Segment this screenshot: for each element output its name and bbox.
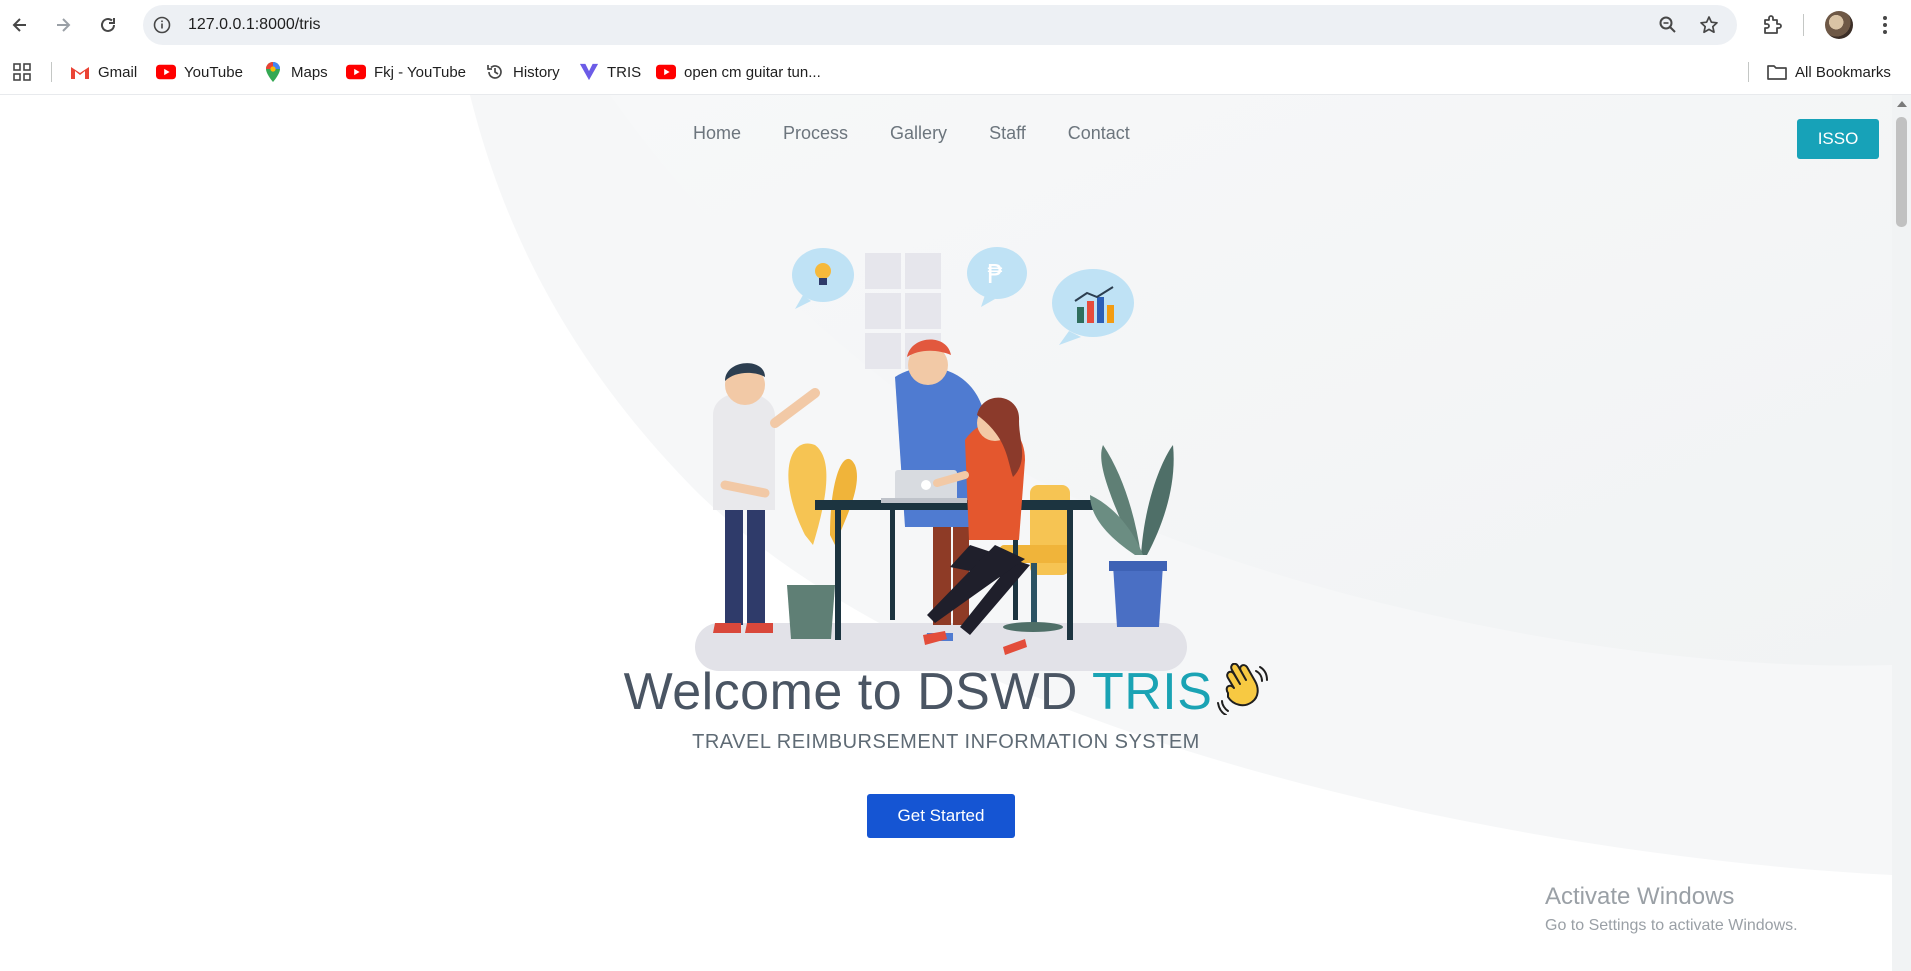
bookmark-label: History	[513, 63, 560, 81]
bookmark-label: Maps	[291, 63, 328, 81]
zoom-icon[interactable]	[1658, 15, 1678, 35]
site-nav: Home Process Gallery Staff Contact	[672, 123, 1151, 143]
gmail-icon	[70, 62, 90, 82]
bookmark-maps[interactable]: Maps	[263, 58, 328, 86]
youtube-icon	[156, 62, 176, 82]
yellow-plant-icon	[787, 443, 857, 639]
url-text[interactable]: 127.0.0.1:8000/tris	[188, 5, 321, 45]
tris-logo-icon	[579, 62, 599, 82]
svg-text:₱: ₱	[987, 260, 1004, 290]
hero-team-illustration: ₱	[695, 247, 1187, 671]
green-plant-icon	[1090, 445, 1174, 627]
nav-gallery[interactable]: Gallery	[869, 123, 968, 143]
extensions-icon[interactable]	[1760, 13, 1784, 37]
watermark-title: Activate Windows	[1545, 883, 1735, 910]
bookmark-label: Gmail	[98, 63, 138, 81]
bookmark-open-cm-guitar[interactable]: open cm guitar tun...	[656, 58, 821, 86]
watermark-subtitle: Go to Settings to activate Windows.	[1545, 917, 1798, 934]
chart-bubble-icon	[1052, 269, 1134, 345]
bookmark-label: TRIS	[607, 63, 642, 81]
youtube-icon	[656, 62, 676, 82]
welcome-accent: TRIS	[1091, 663, 1213, 721]
isso-button[interactable]: ISSO	[1797, 119, 1879, 159]
bookmarks-divider	[51, 62, 52, 82]
maps-pin-icon	[263, 62, 283, 82]
waving-hand-icon	[1216, 662, 1269, 716]
reload-icon[interactable]	[94, 11, 122, 39]
bookmark-label: open cm guitar tun...	[684, 63, 821, 81]
profile-avatar[interactable]	[1825, 11, 1853, 39]
all-bookmarks-button[interactable]: All Bookmarks	[1767, 58, 1891, 86]
kebab-menu-icon[interactable]	[1873, 13, 1897, 37]
peso-bubble-icon: ₱	[967, 247, 1027, 307]
bookmark-gmail[interactable]: Gmail	[70, 58, 137, 86]
welcome-heading: Welcome to DSWD TRIS	[0, 662, 1892, 722]
bookmarks-bar: Gmail YouTube Maps Fkj - YouTube History…	[0, 50, 1911, 95]
page-viewport: Home Process Gallery Staff Contact ISSO …	[0, 95, 1892, 971]
youtube-icon	[346, 62, 366, 82]
bookmark-tris[interactable]: TRIS	[579, 58, 641, 86]
bookmark-star-icon[interactable]	[1699, 15, 1719, 35]
bookmark-youtube[interactable]: YouTube	[156, 58, 243, 86]
nav-contact[interactable]: Contact	[1047, 123, 1151, 143]
idea-bubble-icon	[792, 248, 854, 309]
bookmark-label: YouTube	[184, 63, 243, 81]
history-icon	[485, 62, 505, 82]
get-started-button[interactable]: Get Started	[867, 794, 1015, 838]
bookmark-history[interactable]: History	[485, 58, 560, 86]
hero-subtitle: TRAVEL REIMBURSEMENT INFORMATION SYSTEM	[692, 731, 1200, 753]
bookmarks-divider	[1748, 62, 1749, 82]
site-info-icon[interactable]	[153, 16, 171, 34]
address-bar[interactable]: 127.0.0.1:8000/tris	[143, 5, 1737, 45]
activate-windows-watermark: Activate Windows Go to Settings to activ…	[1545, 883, 1798, 935]
all-bookmarks-label: All Bookmarks	[1795, 63, 1891, 81]
nav-home[interactable]: Home	[672, 123, 762, 143]
back-arrow-icon[interactable]	[6, 11, 34, 39]
nav-staff[interactable]: Staff	[968, 123, 1047, 143]
welcome-prefix: Welcome to DSWD	[623, 663, 1092, 721]
vertical-scrollbar[interactable]	[1892, 95, 1911, 971]
apps-grid-icon[interactable]	[12, 58, 32, 86]
folder-icon	[1767, 62, 1787, 82]
scroll-thumb[interactable]	[1896, 117, 1907, 227]
bookmark-label: Fkj - YouTube	[374, 63, 466, 81]
scroll-up-arrow-icon[interactable]	[1897, 101, 1907, 107]
browser-toolbar: 127.0.0.1:8000/tris	[0, 0, 1911, 50]
toolbar-divider	[1803, 14, 1804, 36]
nav-process[interactable]: Process	[762, 123, 869, 143]
forward-arrow-icon[interactable]	[49, 11, 77, 39]
bookmark-fkj-youtube[interactable]: Fkj - YouTube	[346, 58, 466, 86]
